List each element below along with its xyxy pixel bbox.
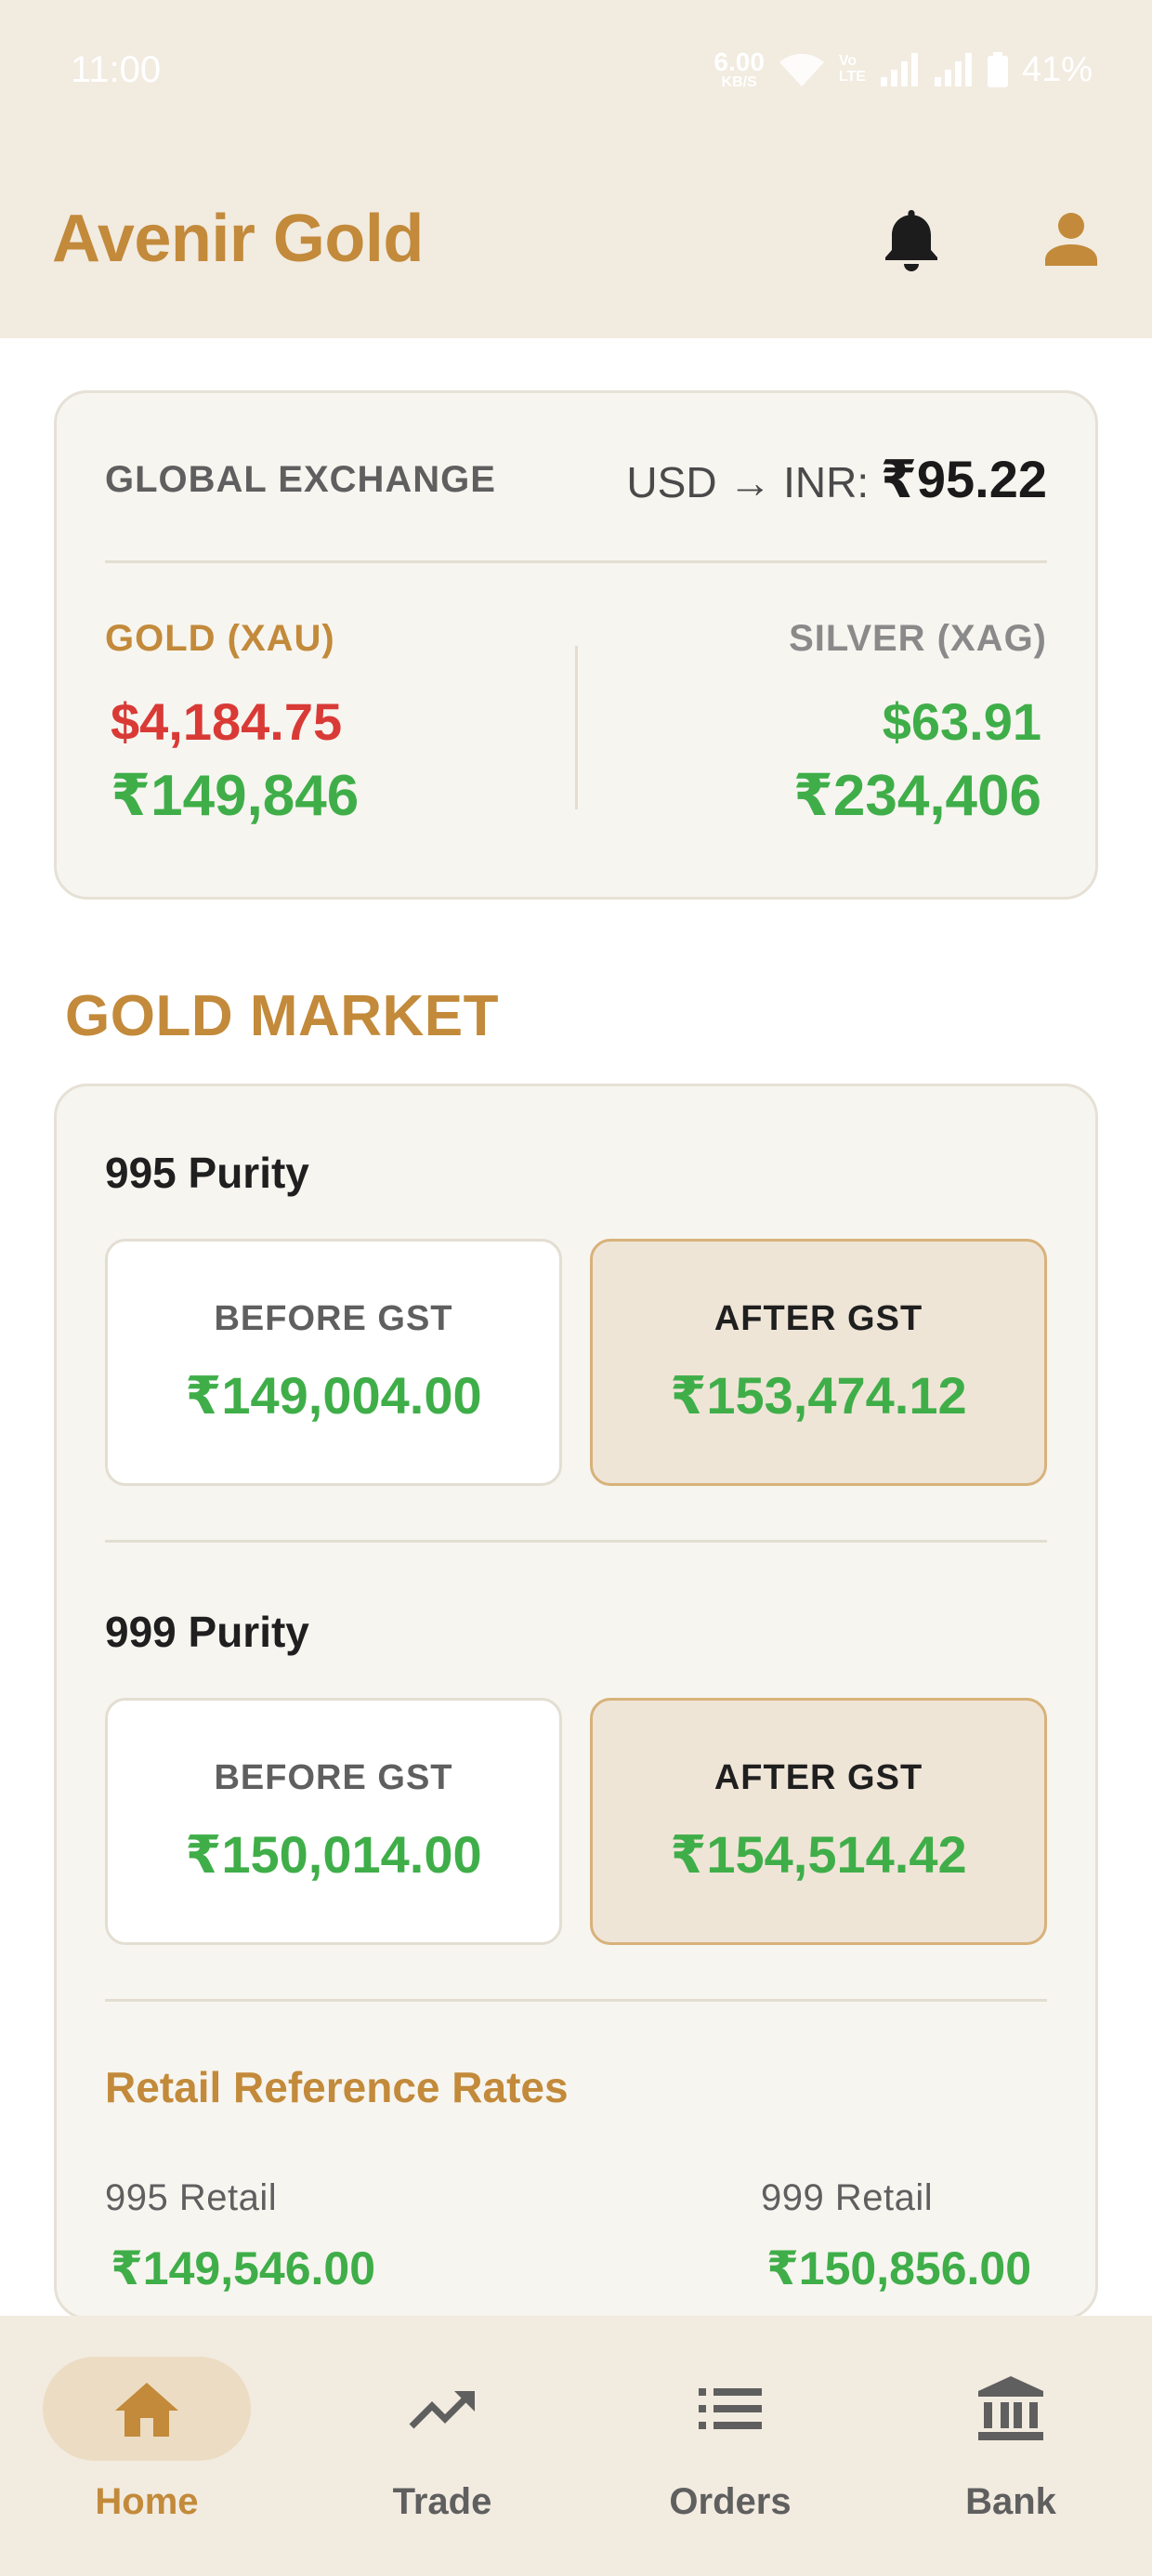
after-gst-value: ₹154,514.42 (670, 1824, 967, 1884)
silver-spot-price: SILVER (XAG) $63.91 ₹234,406 (789, 618, 1047, 829)
net-speed-value: 6.00 (713, 47, 765, 76)
after-gst-label: AFTER GST (713, 1298, 923, 1338)
bottom-nav: Home Trade Orders Bank (0, 2316, 1152, 2576)
nav-label: Trade (392, 2481, 492, 2522)
after-gst-box: AFTER GST ₹153,474.12 (590, 1239, 1047, 1486)
purity-title: 999 Purity (105, 1608, 309, 1656)
status-icons: 6.00 KB/S Vo LTE 41% (713, 49, 1093, 90)
gold-market-card: 995 Purity BEFORE GST ₹149,004.00 AFTER … (54, 1084, 1098, 2320)
after-gst-value: ₹153,474.12 (670, 1365, 967, 1425)
exchange-label: GLOBAL EXCHANGE (105, 458, 496, 500)
battery-percent: 41% (1021, 49, 1093, 89)
nav-indicator (43, 2357, 251, 2461)
retail-label: 999 Retail (761, 2177, 934, 2218)
divider (105, 1540, 1047, 1543)
price-row: BEFORE GST ₹149,004.00 AFTER GST ₹153,47… (105, 1239, 1047, 1486)
gold-label: GOLD (XAU) (105, 618, 335, 659)
after-gst-label: AFTER GST (713, 1757, 923, 1797)
retail-value: ₹149,546.00 (111, 2242, 376, 2294)
nav-indicator (338, 2357, 546, 2461)
before-gst-box: BEFORE GST ₹149,004.00 (105, 1239, 562, 1486)
retail-995: 995 Retail ₹149,546.00 (105, 2177, 375, 2295)
retail-label: 995 Retail (105, 2177, 278, 2218)
silver-inr-price: ₹234,406 (792, 764, 1041, 828)
nav-item-trade[interactable]: Trade (294, 2316, 591, 2576)
list-icon (699, 2388, 762, 2429)
status-bar: 11:00 6.00 KB/S Vo LTE 41% (0, 0, 1152, 139)
notifications-button[interactable] (883, 206, 940, 271)
purity-999-block: 999 Purity BEFORE GST ₹150,014.00 AFTER … (105, 1607, 1047, 1945)
before-gst-label: BEFORE GST (214, 1757, 453, 1797)
nav-label: Home (95, 2481, 199, 2522)
divider (105, 560, 1047, 563)
wifi-icon (778, 51, 826, 88)
nav-item-home[interactable]: Home (0, 2316, 294, 2576)
volte-indicator: Vo LTE (838, 53, 866, 85)
divider (575, 646, 578, 809)
signal-icon (879, 51, 920, 88)
net-speed-unit: KB/S (721, 74, 757, 90)
retail-rates-title: Retail Reference Rates (105, 2063, 569, 2111)
trending-up-icon (409, 2391, 475, 2429)
before-gst-value: ₹150,014.00 (185, 1824, 482, 1884)
retail-999: 999 Retail ₹150,856.00 (761, 2177, 1031, 2295)
net-speed-indicator: 6.00 KB/S (713, 49, 765, 90)
exchange-header: GLOBAL EXCHANGE USD → INR: ₹95.22 (105, 449, 1047, 510)
silver-usd-price: $63.91 (882, 692, 1041, 751)
app-title: Avenir Gold (52, 202, 424, 276)
purity-title: 995 Purity (105, 1149, 309, 1197)
gold-spot-price: GOLD (XAU) $4,184.75 ₹149,846 (105, 618, 359, 829)
nav-label: Orders (669, 2481, 792, 2522)
profile-icon (1045, 213, 1097, 266)
profile-button[interactable] (1042, 210, 1100, 268)
before-gst-value: ₹149,004.00 (185, 1365, 482, 1425)
global-exchange-card: GLOBAL EXCHANGE USD → INR: ₹95.22 GOLD (… (54, 390, 1098, 900)
signal-icon (933, 51, 974, 88)
nav-indicator (626, 2357, 834, 2461)
bank-icon (978, 2376, 1043, 2440)
status-time: 11:00 (71, 48, 162, 90)
after-gst-box: AFTER GST ₹154,514.42 (590, 1698, 1047, 1945)
price-row: BEFORE GST ₹150,014.00 AFTER GST ₹154,51… (105, 1698, 1047, 1945)
exchange-pair: USD → INR: (626, 458, 870, 506)
home-icon (115, 2383, 178, 2437)
silver-label: SILVER (XAG) (789, 618, 1047, 659)
before-gst-label: BEFORE GST (214, 1298, 453, 1338)
gold-usd-price: $4,184.75 (111, 692, 343, 751)
nav-item-bank[interactable]: Bank (870, 2316, 1152, 2576)
battery-icon (987, 51, 1009, 88)
volte-bottom: LTE (838, 69, 866, 85)
divider (105, 1999, 1047, 2002)
gold-inr-price: ₹149,846 (111, 764, 360, 828)
nav-item-orders[interactable]: Orders (591, 2316, 870, 2576)
bell-icon (885, 210, 937, 271)
volte-top: Vo (838, 53, 857, 70)
app-bar: Avenir Gold (0, 139, 1152, 338)
exchange-rate-value: ₹95.22 (880, 450, 1047, 508)
nav-label: Bank (965, 2481, 1056, 2522)
exchange-rate: USD → INR: ₹95.22 (626, 449, 1047, 510)
purity-995-block: 995 Purity BEFORE GST ₹149,004.00 AFTER … (105, 1148, 1047, 1486)
nav-indicator (907, 2357, 1115, 2461)
before-gst-box: BEFORE GST ₹150,014.00 (105, 1698, 562, 1945)
section-title: GOLD MARKET (65, 984, 500, 1048)
retail-value: ₹150,856.00 (766, 2242, 1032, 2294)
app-bar-actions (883, 206, 1100, 271)
